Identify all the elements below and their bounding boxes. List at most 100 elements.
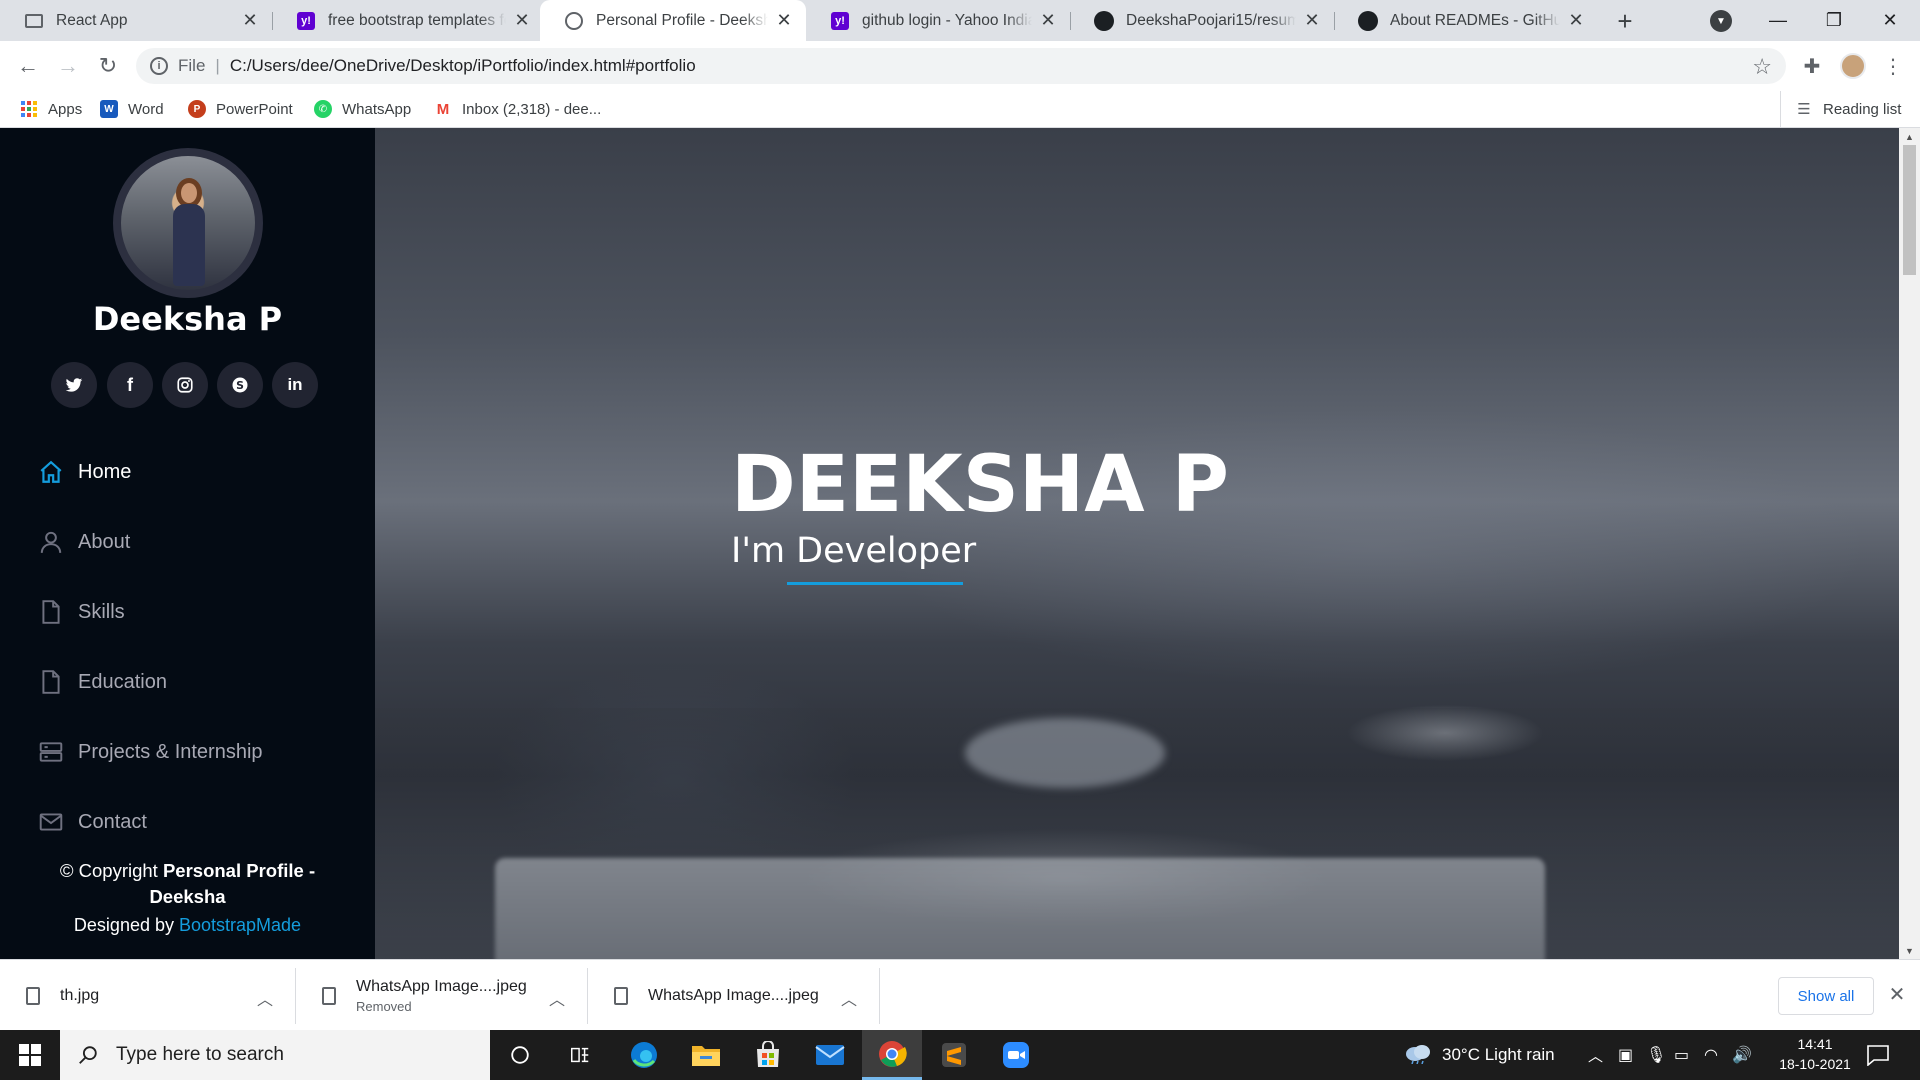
tab-title: About READMEs - GitHub D: [1390, 11, 1560, 29]
nav-home[interactable]: Home: [36, 452, 356, 492]
hero-section: DEEKSHA P I'm Developer: [375, 128, 1899, 959]
designed-prefix: Designed by: [73, 915, 179, 935]
restore-button[interactable]: ❐: [1806, 0, 1862, 41]
microsoft-store-icon[interactable]: [738, 1030, 798, 1080]
nav-skills[interactable]: Skills: [36, 592, 356, 632]
notifications-icon[interactable]: [1866, 1030, 1890, 1080]
new-tab-button[interactable]: +: [1610, 6, 1640, 36]
envelope-icon: [36, 807, 66, 837]
bookmark-label: Apps: [48, 100, 83, 118]
server-icon: [36, 737, 66, 767]
taskbar-search-input[interactable]: Type here to search: [60, 1030, 490, 1080]
microphone-icon[interactable]: 🎙: [1646, 1030, 1666, 1080]
close-icon[interactable]: ✕: [512, 10, 532, 31]
profile-avatar[interactable]: [1840, 53, 1866, 79]
taskbar-clock[interactable]: 14:41 18-10-2021: [1760, 1034, 1870, 1074]
extensions-icon[interactable]: ✚: [1799, 53, 1825, 79]
search-placeholder: Type here to search: [116, 1044, 284, 1065]
bookmark-powerpoint[interactable]: P PowerPoint: [188, 91, 293, 127]
facebook-icon[interactable]: f: [107, 362, 153, 408]
nav-education[interactable]: Education: [36, 662, 356, 702]
twitter-icon[interactable]: [51, 362, 97, 408]
download-item[interactable]: th.jpg ︿: [0, 968, 296, 1024]
menu-kebab-icon[interactable]: ⋮: [1880, 53, 1906, 79]
react-app-icon: [24, 11, 44, 31]
volume-icon[interactable]: 🔊: [1732, 1030, 1752, 1080]
file-icon: [26, 987, 40, 1005]
github-icon: [1094, 10, 1114, 31]
download-filename: WhatsApp Image....jpeg: [648, 987, 819, 1004]
back-button[interactable]: ←: [12, 50, 44, 82]
minimize-button[interactable]: —: [1750, 0, 1806, 41]
show-hidden-icons-chevron-icon[interactable]: ︿: [1588, 1030, 1603, 1080]
file-icon: [614, 987, 628, 1005]
cortana-icon[interactable]: [490, 1030, 550, 1080]
hero-subtitle: I'm Developer: [731, 531, 977, 571]
tab-personal-profile[interactable]: Personal Profile - Deeksha ✕: [540, 0, 806, 41]
tab-search-button[interactable]: ▼: [1710, 10, 1732, 32]
file-icon: [322, 987, 336, 1005]
address-bar[interactable]: i File | C:/Users/dee/OneDrive/Desktop/i…: [136, 48, 1786, 84]
tab-about-readmes[interactable]: About READMEs - GitHub D ✕: [1334, 0, 1598, 41]
wifi-icon[interactable]: ◠: [1704, 1030, 1718, 1080]
bookmark-word[interactable]: W Word: [100, 91, 164, 127]
bookmark-inbox[interactable]: M Inbox (2,318) - dee...: [434, 91, 601, 127]
chevron-up-icon[interactable]: ︿: [257, 986, 273, 1010]
download-filename: WhatsApp Image....jpeg: [356, 978, 527, 995]
typed-underline: [787, 582, 963, 585]
reading-list-label: Reading list: [1823, 100, 1902, 118]
info-icon[interactable]: i: [150, 57, 168, 75]
start-button[interactable]: [0, 1030, 60, 1080]
nav-contact[interactable]: Contact: [36, 802, 356, 842]
scroll-down-arrow-icon[interactable]: ▼: [1899, 942, 1920, 959]
tab-github-resume[interactable]: DeekshaPoojari15/resume ✕: [1070, 0, 1334, 41]
instagram-icon[interactable]: [162, 362, 208, 408]
skype-icon[interactable]: S: [217, 362, 263, 408]
nav-about[interactable]: About: [36, 522, 356, 562]
scrollbar-thumb[interactable]: [1903, 145, 1916, 275]
bookmark-star-icon[interactable]: ☆: [1752, 54, 1772, 80]
battery-icon[interactable]: ▭: [1674, 1030, 1689, 1080]
footer-copyright: © Copyright Personal Profile - Deeksha: [40, 858, 335, 910]
scroll-up-arrow-icon[interactable]: ▲: [1899, 128, 1920, 145]
download-item[interactable]: WhatsApp Image....jpeg ︿: [588, 968, 880, 1024]
profile-photo: [113, 148, 263, 298]
close-icon[interactable]: ✕: [1566, 10, 1586, 31]
close-icon[interactable]: ✕: [774, 10, 794, 31]
tab-github-login[interactable]: y! github login - Yahoo India S ✕: [806, 0, 1070, 41]
close-icon[interactable]: ✕: [240, 10, 260, 31]
show-all-button[interactable]: Show all: [1778, 977, 1874, 1015]
file-explorer-icon[interactable]: [676, 1030, 736, 1080]
tab-bootstrap-templates[interactable]: y! free bootstrap templates for ✕: [272, 0, 544, 41]
bookmark-whatsapp[interactable]: ✆ WhatsApp: [314, 91, 411, 127]
bookmark-apps[interactable]: Apps: [20, 91, 82, 127]
bootstrapmade-link[interactable]: BootstrapMade: [179, 915, 301, 935]
tab-react-app[interactable]: React App ✕: [0, 0, 272, 41]
url-text[interactable]: C:/Users/dee/OneDrive/Desktop/iPortfolio…: [230, 56, 696, 76]
reload-button[interactable]: ↻: [92, 50, 124, 82]
edge-icon[interactable]: [614, 1030, 674, 1080]
meet-now-icon[interactable]: ▣: [1618, 1030, 1633, 1080]
sublime-text-icon[interactable]: [924, 1030, 984, 1080]
zoom-icon[interactable]: [986, 1030, 1046, 1080]
close-icon[interactable]: ✕: [1038, 10, 1058, 31]
chrome-icon[interactable]: [862, 1030, 922, 1080]
download-item[interactable]: WhatsApp Image....jpeg Removed ︿: [296, 968, 588, 1024]
close-window-button[interactable]: ✕: [1862, 0, 1918, 41]
mail-icon[interactable]: [800, 1030, 860, 1080]
profile-name[interactable]: Deeksha P: [0, 300, 375, 338]
task-view-icon[interactable]: [550, 1030, 610, 1080]
chevron-up-icon[interactable]: ︿: [549, 986, 565, 1010]
close-icon[interactable]: ✕: [1302, 10, 1322, 31]
reading-list-button[interactable]: ☰ Reading list: [1780, 91, 1901, 127]
nav-projects[interactable]: Projects & Internship: [36, 732, 356, 772]
linkedin-icon[interactable]: in: [272, 362, 318, 408]
weather-widget[interactable]: 30°C Light rain: [1404, 1030, 1555, 1080]
chevron-up-icon[interactable]: ︿: [841, 986, 857, 1010]
footer-credits: Designed by BootstrapMade: [0, 915, 375, 936]
close-icon[interactable]: ✕: [1886, 983, 1908, 1006]
nav-label: Contact: [78, 810, 147, 833]
nav-label: Education: [78, 670, 167, 693]
forward-button[interactable]: →: [52, 50, 84, 82]
page-scrollbar[interactable]: ▲ ▼: [1899, 128, 1920, 959]
